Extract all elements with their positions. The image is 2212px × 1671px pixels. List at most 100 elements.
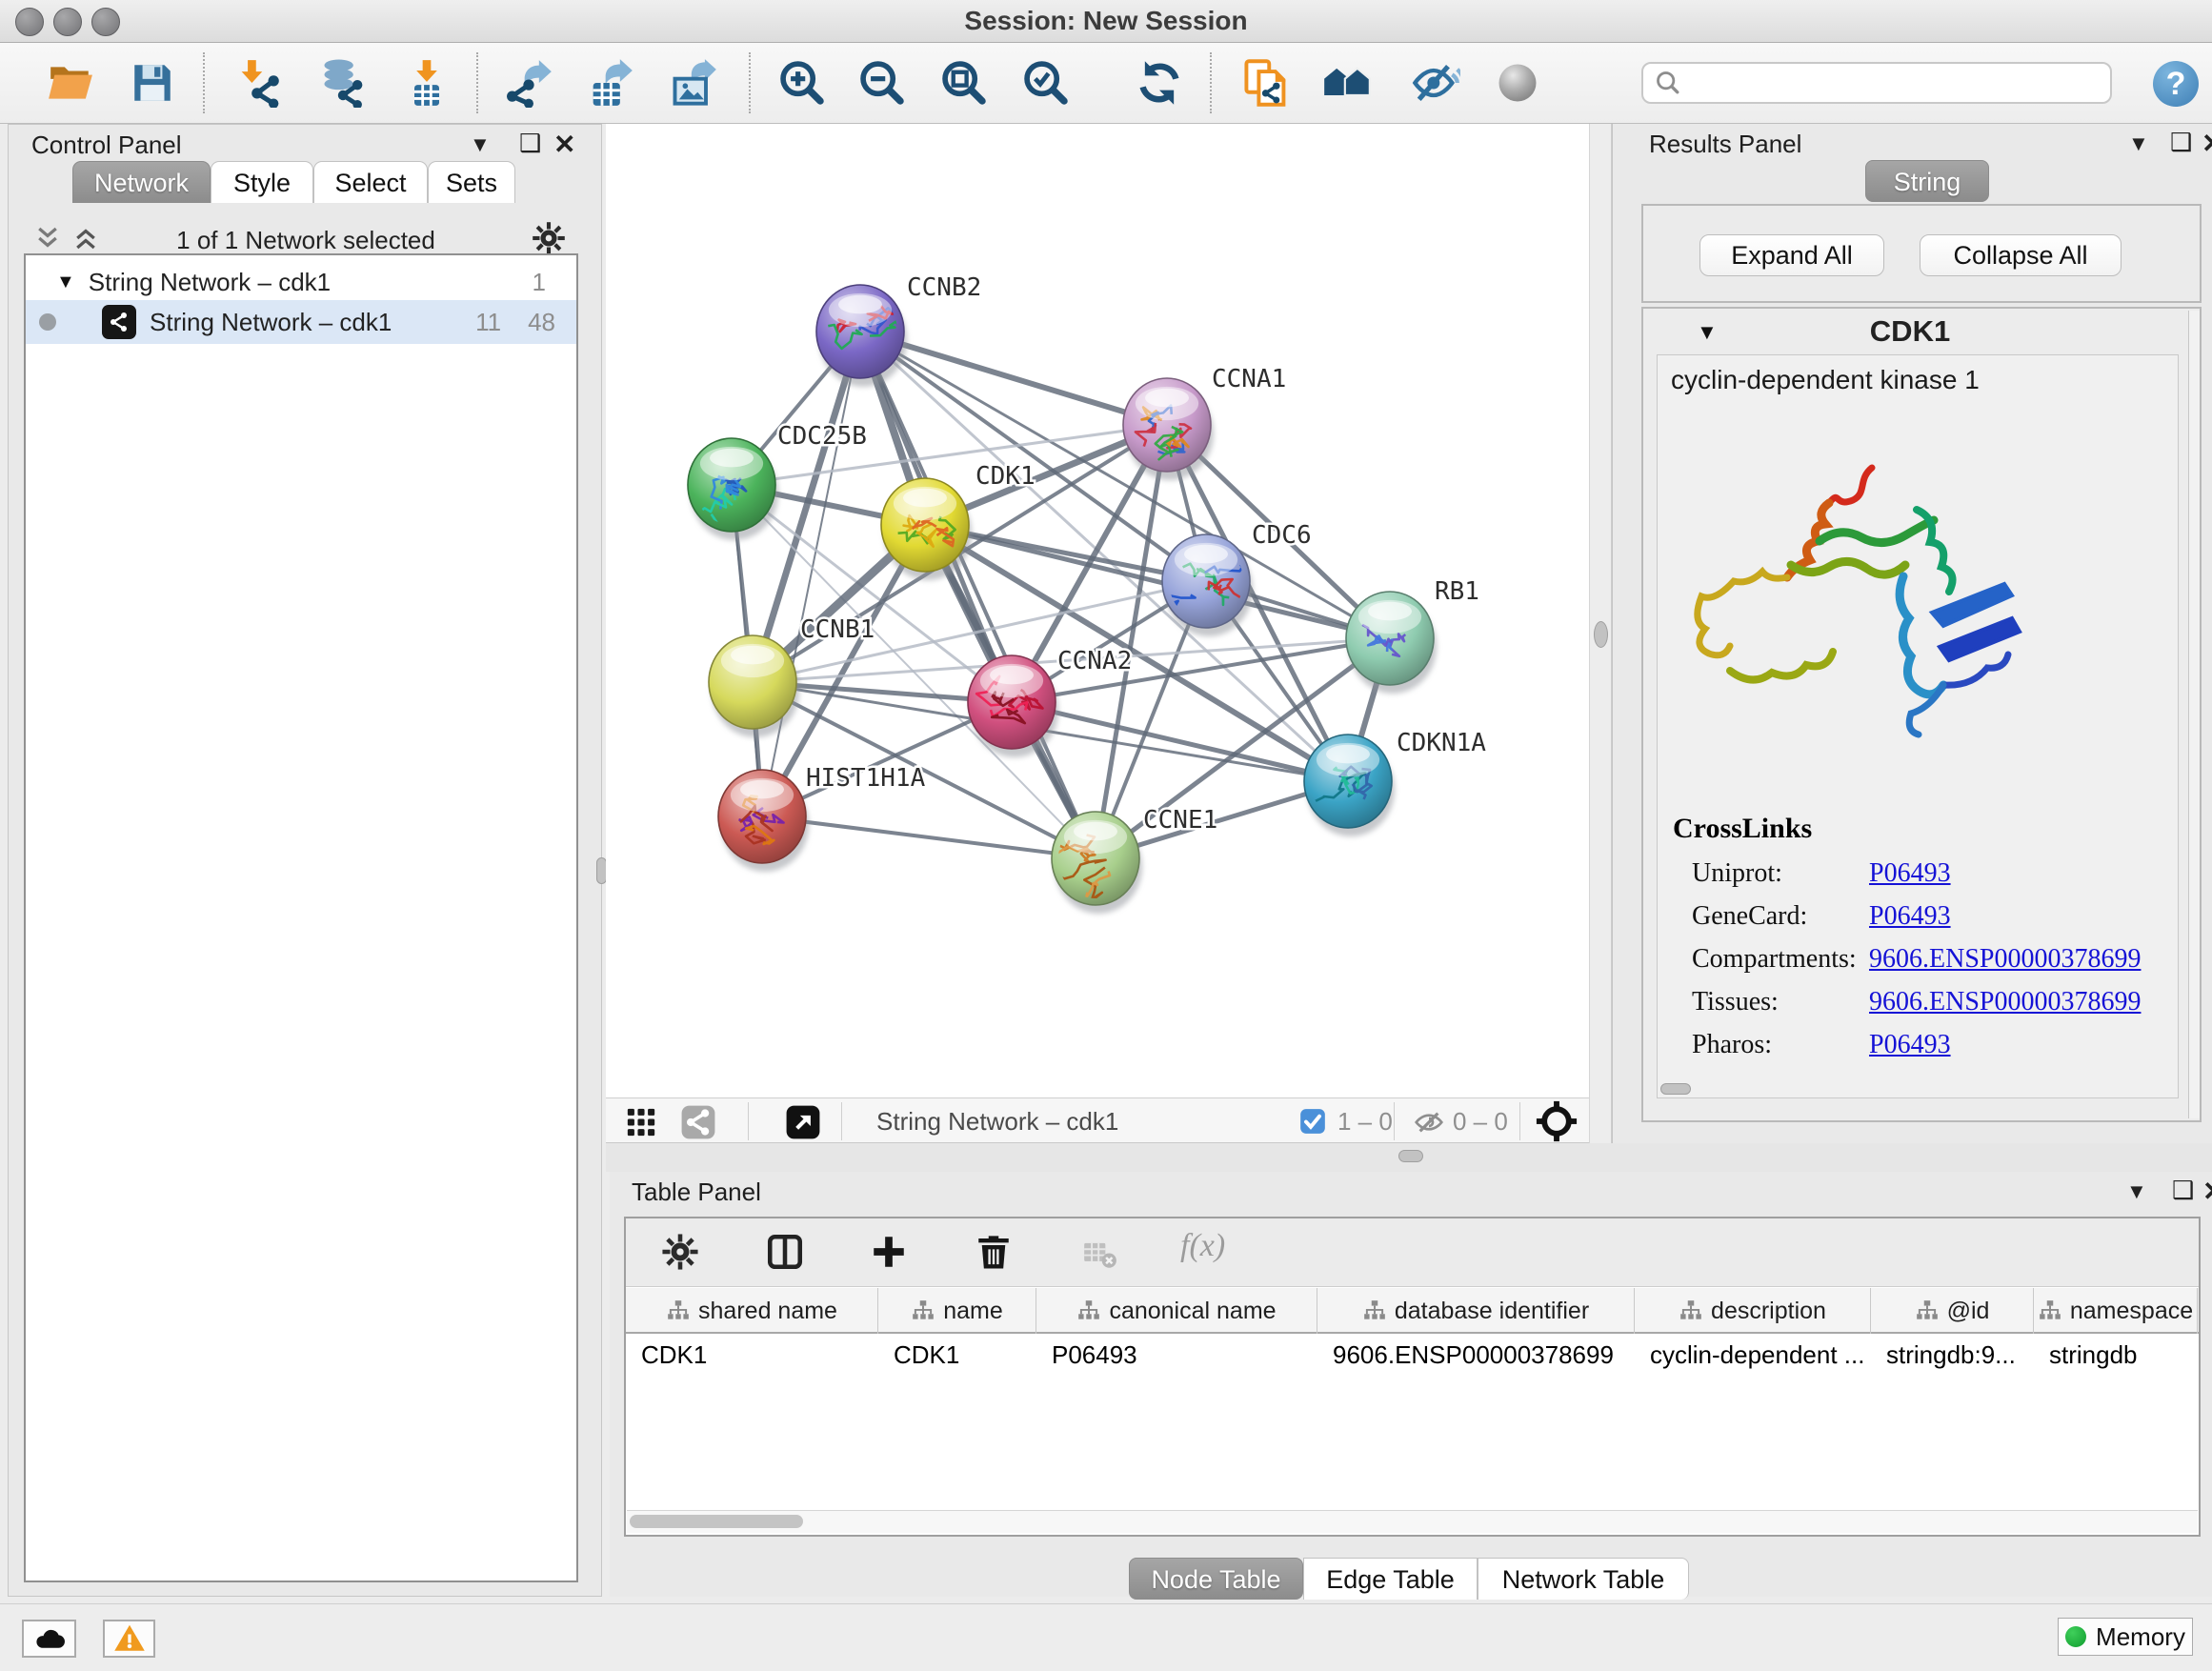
float-panel-icon[interactable]: ▼	[2128, 131, 2149, 156]
crosslink-link[interactable]: P06493	[1869, 858, 1951, 889]
crosslink-link[interactable]: P06493	[1869, 901, 1951, 932]
network-node-HIST1H1A[interactable]	[718, 770, 809, 872]
column-header-namespace[interactable]: namespace	[2034, 1288, 2198, 1334]
collection-expander-icon[interactable]: ▼	[56, 272, 75, 293]
zoom-out-icon[interactable]	[855, 56, 909, 110]
table-cell[interactable]: stringdb:9...	[1871, 1334, 2034, 1376]
birdseye-view-icon[interactable]	[625, 1106, 657, 1143]
open-in-window-icon[interactable]	[785, 1104, 821, 1145]
tab-string[interactable]: String	[1865, 160, 1989, 202]
close-panel-icon[interactable]: ✕	[553, 129, 575, 160]
table-cell[interactable]: stringdb	[2034, 1334, 2198, 1376]
memory-button[interactable]: Memory	[2058, 1618, 2193, 1656]
hide-selection-icon[interactable]	[1409, 56, 1462, 110]
crosslink-link[interactable]: 9606.ENSP00000378699	[1869, 944, 2141, 975]
crosslink-link[interactable]: 9606.ENSP00000378699	[1869, 987, 2141, 1017]
export-network-icon[interactable]	[502, 56, 555, 110]
network-view-toolbar: String Network – cdk1 1 – 0 0 – 0	[606, 1097, 1589, 1143]
network-row-selected[interactable]: String Network – cdk1 11 48	[26, 300, 576, 344]
selected-checkbox-icon[interactable]	[1299, 1108, 1326, 1139]
first-neighbors-icon[interactable]	[1320, 56, 1374, 110]
table-cell[interactable]: P06493	[1036, 1334, 1317, 1376]
maximize-panel-icon[interactable]: ❑	[519, 129, 541, 158]
add-column-icon[interactable]	[869, 1232, 909, 1277]
clone-network-icon[interactable]	[1239, 56, 1293, 110]
import-network-database-icon[interactable]	[316, 56, 370, 110]
column-header-shared-name[interactable]: shared name	[626, 1288, 878, 1334]
tab-sets[interactable]: Sets	[428, 161, 515, 203]
splitter-handle[interactable]	[1398, 1150, 1423, 1162]
network-node-CDKN1A[interactable]	[1304, 735, 1395, 836]
show-all-icon[interactable]	[1491, 56, 1544, 110]
fit-selected-crosshair-icon[interactable]	[1536, 1100, 1578, 1147]
table-cell[interactable]: 9606.ENSP00000378699	[1317, 1334, 1635, 1376]
zoom-in-icon[interactable]	[775, 56, 829, 110]
search-input[interactable]	[1681, 68, 2085, 99]
export-table-icon[interactable]	[583, 56, 636, 110]
table-cell[interactable]: cyclin-dependent ...	[1635, 1334, 1871, 1376]
memory-label: Memory	[2096, 1622, 2185, 1652]
tab-style[interactable]: Style	[211, 161, 313, 203]
refresh-icon[interactable]	[1133, 56, 1186, 110]
column-header-database-identifier[interactable]: database identifier	[1317, 1288, 1635, 1334]
table-gear-icon[interactable]	[660, 1232, 700, 1277]
string-share-icon[interactable]	[680, 1104, 716, 1145]
open-session-icon[interactable]	[44, 56, 97, 110]
maximize-panel-icon[interactable]: ❑	[2170, 128, 2192, 157]
tab-node-table[interactable]: Node Table	[1129, 1558, 1303, 1600]
tab-edge-table[interactable]: Edge Table	[1303, 1558, 1478, 1600]
column-header-canonical-name[interactable]: canonical name	[1036, 1288, 1317, 1334]
help-button[interactable]: ?	[2153, 61, 2199, 107]
export-image-icon[interactable]	[667, 56, 720, 110]
network-node-CCNA1[interactable]	[1123, 378, 1214, 480]
warning-status-button[interactable]	[103, 1620, 155, 1658]
tab-select[interactable]: Select	[313, 161, 428, 203]
import-network-file-icon[interactable]	[232, 56, 286, 110]
network-edge[interactable]	[1012, 702, 1348, 781]
close-panel-icon[interactable]: ✕	[2202, 1176, 2212, 1207]
crosslink-label: Uniprot:	[1692, 858, 1782, 889]
crosslink-link[interactable]: P06493	[1869, 1030, 1951, 1060]
network-canvas[interactable]: CCNB2CCNA1CDC25BCDK1CDC6RB1CCNB1CCNA2CDK…	[606, 124, 1589, 1097]
delete-column-icon[interactable]	[974, 1232, 1014, 1277]
network-node-CDK1[interactable]	[881, 478, 972, 580]
maximize-panel-icon[interactable]: ❑	[2172, 1176, 2194, 1205]
column-header-description[interactable]: description	[1635, 1288, 1871, 1334]
collapse-all-button[interactable]: Collapse All	[1920, 234, 2122, 276]
tab-network-table[interactable]: Network Table	[1478, 1558, 1689, 1600]
select-columns-icon[interactable]	[765, 1232, 805, 1277]
float-panel-icon[interactable]: ▼	[2126, 1179, 2147, 1204]
results-scrollbar[interactable]	[2188, 311, 2200, 1118]
network-collection-row[interactable]: ▼ String Network – cdk1 1	[26, 260, 576, 304]
zoom-selected-icon[interactable]	[1019, 56, 1073, 110]
results-button-box: Expand All Collapse All	[1641, 204, 2202, 303]
float-panel-icon[interactable]: ▼	[470, 132, 491, 157]
network-node-RB1[interactable]	[1346, 592, 1437, 694]
expand-all-button[interactable]: Expand All	[1699, 234, 1884, 276]
node-table-box: f(x) shared namenamecanonical namedataba…	[624, 1217, 2201, 1537]
column-header--id[interactable]: @id	[1871, 1288, 2034, 1334]
network-node-CCNE1[interactable]	[1042, 812, 1142, 914]
splitter-handle[interactable]	[1594, 621, 1608, 648]
network-node-CDC25B[interactable]	[688, 438, 778, 540]
cloud-status-button[interactable]	[22, 1620, 76, 1658]
node-label-CDK1: CDK1	[975, 462, 1036, 491]
network-edge[interactable]	[925, 525, 1390, 638]
node-label-CDC6: CDC6	[1252, 521, 1312, 550]
table-hscrollbar[interactable]	[627, 1510, 2198, 1533]
save-session-icon[interactable]	[126, 56, 179, 110]
zoom-fit-icon[interactable]	[937, 56, 991, 110]
network-node-CCNB1[interactable]	[709, 635, 799, 737]
node-label-CDKN1A: CDKN1A	[1397, 729, 1486, 757]
view-toolbar-separator	[748, 1102, 749, 1140]
hidden-eye-icon[interactable]	[1414, 1107, 1444, 1142]
tab-network[interactable]: Network	[72, 161, 211, 203]
import-table-file-icon[interactable]	[400, 56, 453, 110]
close-panel-icon[interactable]: ✕	[2202, 128, 2212, 159]
mini-scrollbar-thumb[interactable]	[1660, 1083, 1691, 1095]
table-row[interactable]: CDK1CDK1P064939606.ENSP00000378699cyclin…	[626, 1334, 2199, 1376]
column-header-name[interactable]: name	[878, 1288, 1036, 1334]
table-cell[interactable]: CDK1	[878, 1334, 1036, 1376]
table-cell[interactable]: CDK1	[626, 1334, 878, 1376]
network-edge[interactable]	[762, 816, 1096, 858]
